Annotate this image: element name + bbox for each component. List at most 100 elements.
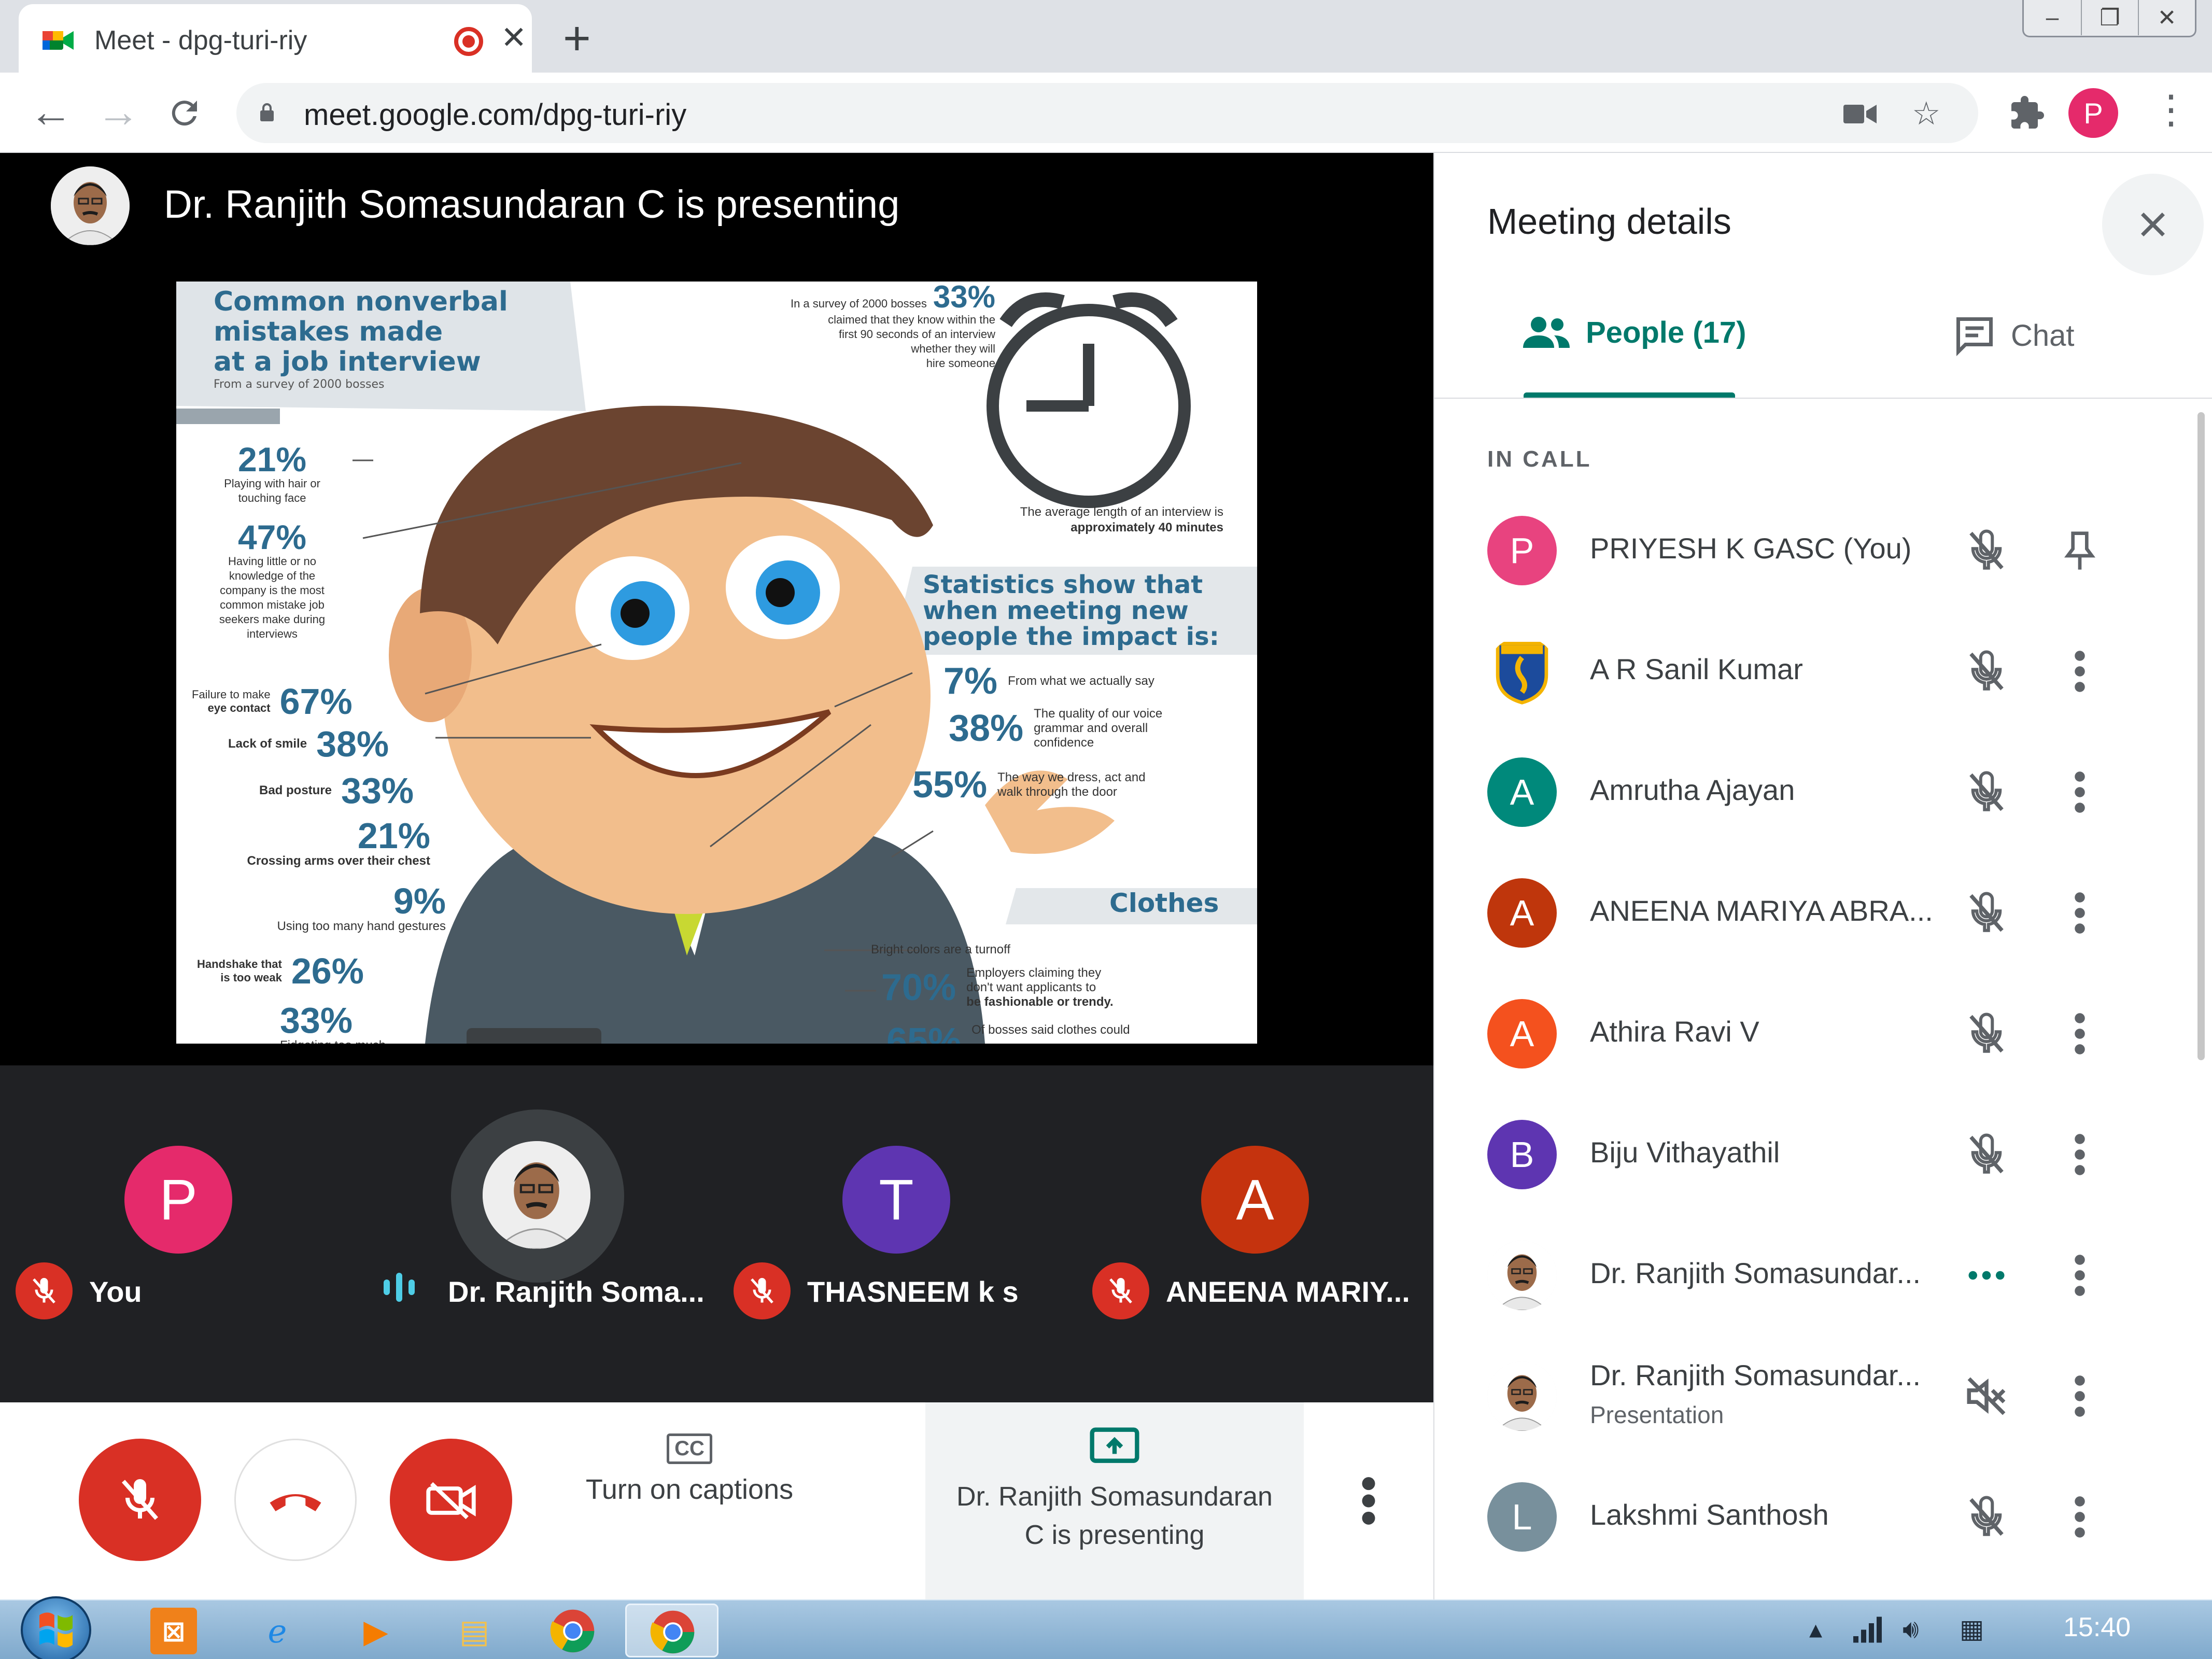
restore-button[interactable]: ❐ bbox=[2081, 0, 2138, 35]
more-options-icon[interactable] bbox=[2056, 1010, 2103, 1057]
minimize-button[interactable]: – bbox=[2024, 0, 2081, 35]
participant-name: Lakshmi Santhosh bbox=[1590, 1498, 1829, 1531]
participant-name: Dr. Ranjith Somasundar... bbox=[1590, 1257, 1921, 1289]
window-controls: – ❐ ✕ bbox=[2022, 0, 2196, 37]
volume-icon[interactable]: 🔊︎ bbox=[1903, 1614, 1919, 1644]
participant-name: Dr. Ranjith Soma... bbox=[448, 1275, 705, 1308]
participant-row[interactable]: A Amrutha Ajayan bbox=[1434, 732, 2212, 852]
power-tray-icon[interactable]: ▦ bbox=[1960, 1614, 1984, 1644]
camera-toggle-button[interactable] bbox=[390, 1439, 512, 1561]
left-stat: 33% Fidgeting too much bbox=[280, 1000, 386, 1044]
camera-off-icon bbox=[426, 1482, 476, 1520]
more-options-icon[interactable] bbox=[1358, 1475, 1379, 1527]
tab-chat[interactable]: Chat bbox=[1953, 314, 2075, 357]
left-stat: 47% Having little or no knowledge of the… bbox=[219, 518, 326, 640]
reload-icon[interactable] bbox=[166, 94, 203, 132]
speaking-dots-icon[interactable] bbox=[1963, 1252, 2010, 1299]
more-options-icon[interactable] bbox=[2056, 648, 2103, 695]
browser-toolbar: ← → meet.google.com/dpg-turi-riy ☆ P ⋮ bbox=[0, 73, 2212, 153]
mic-off-icon[interactable] bbox=[1963, 769, 2010, 816]
mic-toggle-button[interactable] bbox=[79, 1439, 201, 1561]
xampp-icon[interactable]: ⊠ bbox=[150, 1608, 197, 1654]
left-stat: 9% Using too many hand gestures bbox=[277, 881, 446, 933]
participant-row[interactable]: L Lakshmi Santhosh bbox=[1434, 1456, 2212, 1577]
mic-off-icon[interactable] bbox=[1963, 1131, 2010, 1178]
left-stat: 21% Crossing arms over their chest bbox=[247, 816, 430, 868]
volume-off-icon[interactable] bbox=[1963, 1373, 2010, 1419]
participant-row[interactable]: A R Sanil Kumar bbox=[1434, 611, 2212, 732]
internet-explorer-icon[interactable]: ℯ bbox=[254, 1608, 301, 1654]
active-tab-indicator bbox=[1524, 392, 1735, 398]
close-window-button[interactable]: ✕ bbox=[2138, 0, 2195, 35]
participant-avatar[interactable]: A bbox=[1201, 1146, 1309, 1254]
show-hidden-icons-icon[interactable]: ▴ bbox=[1809, 1614, 1822, 1644]
tab-people[interactable]: People (17) bbox=[1521, 314, 1746, 351]
mic-off-icon[interactable] bbox=[1963, 1494, 2010, 1540]
presenter-title: Dr. Ranjith Somasundaran C is presenting bbox=[164, 182, 900, 227]
participant-row[interactable]: A Athira Ravi V bbox=[1434, 973, 2212, 1094]
browser-menu-icon[interactable]: ⋮ bbox=[2151, 86, 2191, 132]
more-options-icon[interactable] bbox=[2056, 1131, 2103, 1178]
mic-off-icon[interactable] bbox=[1963, 527, 2010, 574]
presenting-button[interactable]: Dr. Ranjith Somasundaran C is presenting bbox=[925, 1402, 1304, 1599]
more-options-icon[interactable] bbox=[2056, 1373, 2103, 1419]
tab-people-label: People (17) bbox=[1586, 315, 1746, 349]
mic-off-icon[interactable] bbox=[1963, 1010, 2010, 1057]
clothes-title: Clothes bbox=[1109, 888, 1219, 918]
taskbar-clock[interactable]: 15:40 bbox=[2063, 1612, 2131, 1643]
closed-captions-icon: CC bbox=[667, 1433, 712, 1464]
media-player-icon[interactable]: ▶ bbox=[353, 1608, 399, 1654]
tab-title: Meet - dpg-turi-riy bbox=[94, 25, 307, 55]
slide-title: Common nonverbal mistakes made at a job … bbox=[214, 286, 508, 391]
tab-close-icon[interactable]: ✕ bbox=[501, 20, 527, 56]
chrome-icon[interactable] bbox=[550, 1608, 596, 1654]
participant-row[interactable]: Dr. Ranjith Somasundar... bbox=[1434, 1215, 2212, 1335]
left-stat: 21% Playing with hair or touching face bbox=[224, 440, 320, 504]
profile-avatar[interactable]: P bbox=[2068, 88, 2118, 138]
url-text: meet.google.com/dpg-turi-riy bbox=[304, 98, 687, 132]
extensions-puzzle-icon[interactable] bbox=[2008, 94, 2046, 132]
participant-row[interactable]: A ANEENA MARIYA ABRA... bbox=[1434, 852, 2212, 973]
impact-title: Statistics show that when meeting new pe… bbox=[923, 570, 1219, 651]
pin-icon[interactable] bbox=[2056, 527, 2103, 574]
file-explorer-icon[interactable]: ▤ bbox=[451, 1608, 498, 1654]
leave-call-button[interactable] bbox=[234, 1439, 357, 1561]
new-tab-button[interactable]: + bbox=[563, 11, 591, 66]
participant-avatar: P bbox=[1487, 516, 1557, 585]
forward-arrow-icon[interactable]: → bbox=[96, 88, 140, 135]
participant-avatar[interactable] bbox=[483, 1141, 590, 1249]
network-signal-icon[interactable] bbox=[1851, 1613, 1887, 1644]
participant-row[interactable]: P PRIYESH K GASC (You) bbox=[1434, 490, 2212, 611]
participant-name: ANEENA MARIY... bbox=[1166, 1275, 1410, 1308]
chrome-icon bbox=[650, 1610, 695, 1654]
muted-mic-icon bbox=[16, 1262, 73, 1319]
mic-off-icon[interactable] bbox=[1963, 890, 2010, 936]
left-stat: Handshake that is too weak 26% bbox=[197, 951, 364, 991]
participant-tiles: P You Dr. Ranjith Soma... T THASNEEM k s bbox=[0, 1065, 1433, 1402]
participant-avatar: B bbox=[1487, 1120, 1557, 1189]
more-options-icon[interactable] bbox=[2056, 1252, 2103, 1299]
browser-tab-meet[interactable]: Meet - dpg-turi-riy ✕ bbox=[19, 4, 532, 73]
bookmark-star-icon[interactable]: ☆ bbox=[1912, 94, 1941, 132]
mic-off-icon[interactable] bbox=[1963, 648, 2010, 695]
participant-name: THASNEEM k s bbox=[807, 1275, 1019, 1308]
participant-row[interactable]: Dr. Ranjith Somasundar... Presentation bbox=[1434, 1335, 2212, 1456]
more-options-icon[interactable] bbox=[2056, 769, 2103, 816]
captions-button[interactable]: CC Turn on captions bbox=[581, 1433, 798, 1506]
meeting-controls: CC Turn on captions Dr. Ranjith Somasund… bbox=[0, 1402, 1433, 1599]
clothes-note: Bright colors are a turnoff bbox=[871, 943, 1011, 957]
participant-avatar bbox=[1487, 637, 1557, 706]
more-options-icon[interactable] bbox=[2056, 890, 2103, 936]
camera-in-use-icon[interactable] bbox=[1843, 103, 1877, 125]
back-arrow-icon[interactable]: ← bbox=[29, 88, 73, 135]
start-button[interactable] bbox=[21, 1596, 91, 1659]
participant-avatar[interactable]: T bbox=[842, 1146, 950, 1254]
participant-row[interactable]: B Biju Vithayathil bbox=[1434, 1094, 2212, 1215]
close-panel-button[interactable] bbox=[2102, 174, 2204, 275]
more-options-icon[interactable] bbox=[2056, 1494, 2103, 1540]
active-chrome-window-button[interactable] bbox=[625, 1604, 718, 1657]
browser-tab-strip: Meet - dpg-turi-riy ✕ + – ❐ ✕ bbox=[0, 0, 2212, 73]
presenter-banner: Dr. Ranjith Somasundaran C is presenting bbox=[0, 153, 1433, 273]
address-bar[interactable]: meet.google.com/dpg-turi-riy ☆ bbox=[236, 83, 1978, 143]
participant-avatar[interactable]: P bbox=[124, 1146, 232, 1254]
